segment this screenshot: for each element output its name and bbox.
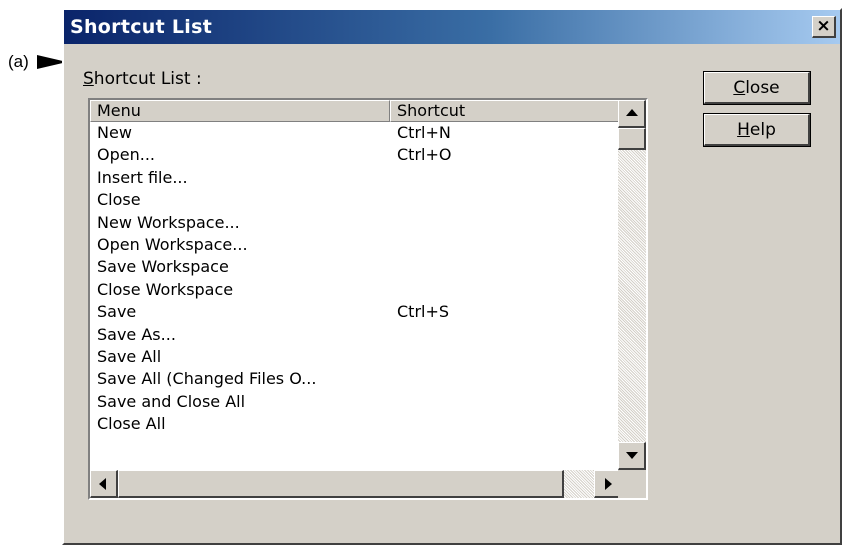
arrow-left-icon xyxy=(99,478,106,490)
scroll-left-button[interactable] xyxy=(90,470,118,498)
cell-shortcut xyxy=(390,391,622,413)
cell-menu: Save Workspace xyxy=(97,257,229,277)
cell-shortcut xyxy=(390,368,622,390)
title-bar[interactable]: Shortcut List × xyxy=(64,10,840,44)
table-row[interactable]: Open... Ctrl+O xyxy=(90,144,622,166)
cell-shortcut xyxy=(390,212,622,234)
column-header-menu[interactable]: Menu xyxy=(90,100,390,122)
table-row[interactable]: Save All xyxy=(90,346,622,368)
arrow-up-icon xyxy=(626,109,638,116)
callout-label: (a) xyxy=(8,52,29,71)
listview-viewport: Menu Shortcut New Ctrl+N Open... Ctrl+O Inse… xyxy=(90,100,622,470)
vertical-scroll-thumb[interactable] xyxy=(618,128,646,150)
help-button[interactable]: Help xyxy=(704,114,810,146)
cell-shortcut: Ctrl+N xyxy=(397,123,451,142)
close-button-mnemonic: C xyxy=(733,77,746,98)
table-row[interactable]: Close All xyxy=(90,413,622,435)
cell-menu: Save All xyxy=(97,346,162,366)
cell-menu: Close xyxy=(97,190,141,210)
shortcut-list-label-mnemonic: S xyxy=(83,69,94,89)
close-icon: × xyxy=(816,16,831,36)
table-row[interactable]: Insert file... xyxy=(90,167,622,189)
table-row[interactable]: Save Ctrl+S xyxy=(90,301,622,323)
cell-menu: Open... xyxy=(97,145,155,165)
callout-annotation: (a) xyxy=(8,52,67,72)
cell-menu: Close Workspace xyxy=(97,279,234,299)
cell-shortcut xyxy=(390,256,622,278)
close-button-label: lose xyxy=(745,77,780,98)
cell-menu: Save and Close All xyxy=(97,391,246,411)
dialog-title: Shortcut List xyxy=(70,16,213,38)
scroll-down-button[interactable] xyxy=(618,442,646,470)
table-row[interactable]: New Workspace... xyxy=(90,212,622,234)
scrollbar-corner xyxy=(618,470,646,498)
shortcut-list-label: Shortcut List : xyxy=(83,69,202,89)
shortcut-list-label-text: hortcut List : xyxy=(93,69,202,89)
shortcut-listview[interactable]: Menu Shortcut New Ctrl+N Open... Ctrl+O Inse… xyxy=(88,98,648,500)
cell-menu: Save xyxy=(97,302,137,322)
table-row[interactable]: Close xyxy=(90,189,622,211)
arrow-right-icon xyxy=(605,478,612,490)
shortcut-list-dialog: Shortcut List × Shortcut List : Close He… xyxy=(62,8,842,545)
arrow-down-icon xyxy=(626,452,638,459)
scroll-up-button[interactable] xyxy=(618,100,646,128)
title-close-button[interactable]: × xyxy=(812,16,836,38)
cell-shortcut xyxy=(390,346,622,368)
cell-menu: Close All xyxy=(97,414,166,434)
help-button-label: elp xyxy=(749,119,776,140)
help-button-mnemonic: H xyxy=(737,119,750,140)
cell-shortcut xyxy=(390,324,622,346)
horizontal-scrollbar[interactable] xyxy=(90,470,622,498)
table-row[interactable]: Save As... xyxy=(90,324,622,346)
table-row[interactable]: New Ctrl+N xyxy=(90,122,622,144)
cell-shortcut xyxy=(390,413,622,435)
table-row[interactable]: Close Workspace xyxy=(90,279,622,301)
cell-shortcut xyxy=(390,234,622,256)
cell-menu: New Workspace... xyxy=(97,212,240,232)
cell-shortcut xyxy=(390,189,622,211)
cell-menu: Open Workspace... xyxy=(97,234,248,254)
cell-menu: Save All (Changed Files O... xyxy=(97,369,317,389)
close-button[interactable]: Close xyxy=(704,72,810,104)
table-row[interactable]: Save Workspace xyxy=(90,256,622,278)
vertical-scrollbar[interactable] xyxy=(618,100,646,470)
cell-menu: New xyxy=(97,123,132,142)
table-row[interactable]: Save All (Changed Files O... xyxy=(90,368,622,390)
column-header-shortcut[interactable]: Shortcut xyxy=(390,100,622,122)
horizontal-scroll-thumb[interactable] xyxy=(118,470,564,498)
cell-menu: Insert file... xyxy=(97,167,188,187)
cell-menu: Save As... xyxy=(97,324,176,344)
cell-shortcut xyxy=(390,167,622,189)
table-rows: New Ctrl+N Open... Ctrl+O Insert file... Clos… xyxy=(90,122,622,435)
cell-shortcut xyxy=(390,279,622,301)
cell-shortcut: Ctrl+S xyxy=(397,302,450,322)
table-row[interactable]: Save and Close All xyxy=(90,391,622,413)
cell-shortcut: Ctrl+O xyxy=(397,145,452,165)
table-row[interactable]: Open Workspace... xyxy=(90,234,622,256)
